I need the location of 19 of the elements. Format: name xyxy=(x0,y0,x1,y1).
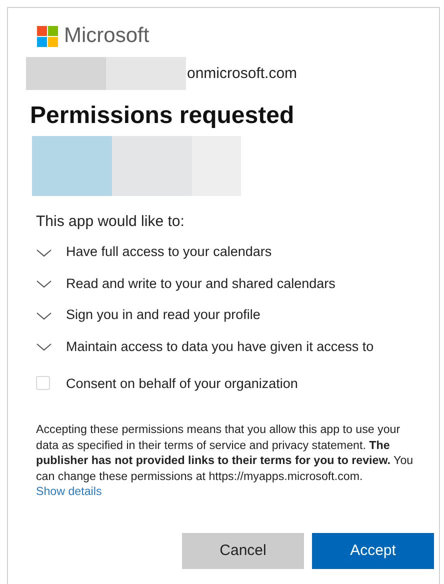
show-details-link[interactable]: Show details xyxy=(36,485,102,498)
permission-label: Read and write to your and shared calendars xyxy=(66,276,336,291)
checkbox-label: Consent on behalf of your organization xyxy=(66,376,298,390)
account-email: onmicrosoft.com xyxy=(187,65,298,82)
accept-button[interactable]: Accept xyxy=(312,532,434,568)
brand-name: Microsoft xyxy=(64,24,150,48)
page-title: Permissions requested xyxy=(30,102,296,130)
permission-label: Sign you in and read your profile xyxy=(66,307,260,322)
notice-text: Accepting these permissions means that you allow this app to use your data as specified in their terms of service and privacy statement. The publisher has not provided links to their terms for you to review. You can change these permissions at https://myapps.microsoft.com. Show details xyxy=(36,422,414,500)
permission-label: Have full access to your calendars xyxy=(66,244,272,260)
logo-icon xyxy=(37,26,58,46)
chevron-down-icon[interactable] xyxy=(36,248,52,258)
permission-label: Maintain access to data you have given it access to xyxy=(66,338,374,354)
cancel-button[interactable]: Cancel xyxy=(182,532,304,568)
chevron-down-icon[interactable] xyxy=(36,342,52,352)
chevron-down-icon[interactable] xyxy=(36,279,52,290)
chevron-down-icon[interactable] xyxy=(36,310,52,321)
checkbox[interactable] xyxy=(36,376,50,390)
intro-text: This app would like to: xyxy=(36,213,186,230)
